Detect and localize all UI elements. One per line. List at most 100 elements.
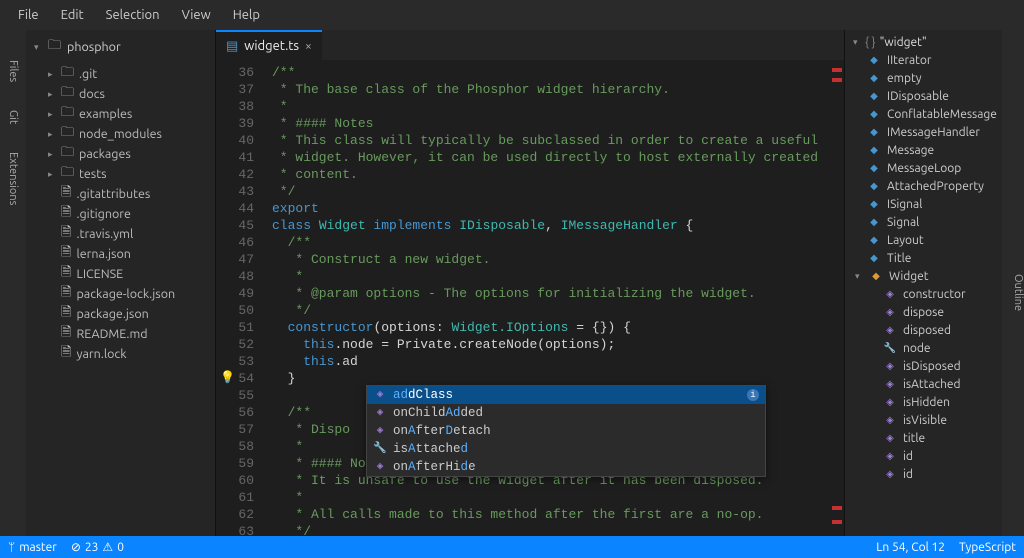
outline-item-dispose[interactable]: ◈dispose <box>849 303 1002 321</box>
outline-item-label: IDisposable <box>887 90 949 103</box>
code-line[interactable]: /** <box>272 234 844 251</box>
minimap[interactable] <box>824 64 842 536</box>
outline-item-isvisible[interactable]: ◈isVisible <box>849 411 1002 429</box>
code-line[interactable]: * The base class of the Phosphor widget … <box>272 81 844 98</box>
folder-tests[interactable]: ▸tests <box>30 164 215 184</box>
file-license[interactable]: LICENSE <box>30 264 215 284</box>
code-line[interactable]: constructor(options: Widget.IOptions = {… <box>272 319 844 336</box>
problems-status[interactable]: ⊘ 23 ⚠ 0 <box>71 540 124 554</box>
tree-item-label: lerna.json <box>76 247 130 261</box>
tab-widget-ts[interactable]: ▤ widget.ts × <box>216 30 322 60</box>
explorer-root[interactable]: ▾ phosphor <box>26 30 215 64</box>
folder-docs[interactable]: ▸docs <box>30 84 215 104</box>
file-readme-md[interactable]: README.md <box>30 324 215 344</box>
outline-tab[interactable]: Outline <box>1002 30 1024 536</box>
outline-item-id[interactable]: ◈id <box>849 465 1002 483</box>
symbol-icon: ◆ <box>867 215 881 229</box>
chevron-down-icon: ▾ <box>34 42 42 53</box>
outline-item-layout[interactable]: ◆Layout <box>849 231 1002 249</box>
code-line[interactable]: * content. <box>272 166 844 183</box>
outline-item-isdisposed[interactable]: ◈isDisposed <box>849 357 1002 375</box>
code-line[interactable]: * <box>272 268 844 285</box>
line-number: 59 <box>216 455 266 472</box>
outline-root[interactable]: ▾ { } "widget" <box>849 34 1002 51</box>
code-line[interactable]: * This class will typically be subclasse… <box>272 132 844 149</box>
outline-item-isattached[interactable]: ◈isAttached <box>849 375 1002 393</box>
symbol-icon: ◆ <box>867 179 881 193</box>
file--gitignore[interactable]: .gitignore <box>30 204 215 224</box>
code-line[interactable]: * #### Notes <box>272 115 844 132</box>
menu-selection[interactable]: Selection <box>96 4 170 26</box>
outline-item-disposed[interactable]: ◈disposed <box>849 321 1002 339</box>
code-line[interactable]: * All calls made to this method after th… <box>272 506 844 523</box>
code-line[interactable]: * Construct a new widget. <box>272 251 844 268</box>
code-line[interactable]: this.node = Private.createNode(options); <box>272 336 844 353</box>
activity-extensions[interactable]: Extensions <box>7 152 19 205</box>
outline-item-iiterator[interactable]: ◆IIterator <box>849 51 1002 69</box>
file-yarn-lock[interactable]: yarn.lock <box>30 344 215 364</box>
autocomplete-item[interactable]: ◈onAfterHide <box>367 458 765 476</box>
error-marker[interactable] <box>832 68 842 72</box>
code-line[interactable]: * @param options - The options for initi… <box>272 285 844 302</box>
language-mode[interactable]: TypeScript <box>959 541 1016 554</box>
autocomplete-popup[interactable]: ◈addClassi◈onChildAdded◈onAfterDetach🔧is… <box>366 385 766 477</box>
outline-item-isignal[interactable]: ◆ISignal <box>849 195 1002 213</box>
error-marker[interactable] <box>832 78 842 82</box>
menu-help[interactable]: Help <box>223 4 270 26</box>
activity-git[interactable]: Git <box>7 110 19 124</box>
file-package-json[interactable]: package.json <box>30 304 215 324</box>
menu-edit[interactable]: Edit <box>51 4 94 26</box>
folder--git[interactable]: ▸.git <box>30 64 215 84</box>
outline-item-imessagehandler[interactable]: ◆IMessageHandler <box>849 123 1002 141</box>
file-lerna-json[interactable]: lerna.json <box>30 244 215 264</box>
error-marker[interactable] <box>832 520 842 524</box>
outline-item-conflatablemessage[interactable]: ◆ConflatableMessage <box>849 105 1002 123</box>
activity-files[interactable]: Files <box>7 60 19 82</box>
code-line[interactable]: * <box>272 489 844 506</box>
file-icon <box>61 323 71 345</box>
close-icon[interactable]: × <box>305 40 312 53</box>
cursor-position[interactable]: Ln 54, Col 12 <box>876 541 945 554</box>
git-branch-status[interactable]: ᛘ master <box>8 541 57 554</box>
line-number: 37 <box>216 81 266 98</box>
autocomplete-item[interactable]: 🔧isAttached <box>367 440 765 458</box>
file-package-lock-json[interactable]: package-lock.json <box>30 284 215 304</box>
code-line[interactable]: */ <box>272 302 844 319</box>
code-line[interactable]: export <box>272 200 844 217</box>
outline-item-empty[interactable]: ◆empty <box>849 69 1002 87</box>
code-line[interactable]: class Widget implements IDisposable, IMe… <box>272 217 844 234</box>
code-line[interactable]: */ <box>272 183 844 200</box>
folder-node-modules[interactable]: ▸node_modules <box>30 124 215 144</box>
outline-item-constructor[interactable]: ◈constructor <box>849 285 1002 303</box>
outline-item-node[interactable]: 🔧node <box>849 339 1002 357</box>
file--gitattributes[interactable]: .gitattributes <box>30 184 215 204</box>
outline-panel: ▾ { } "widget" ◆IIterator◆empty◆IDisposa… <box>844 30 1024 536</box>
code-editor[interactable]: 💡 36373839404142434445464748495051525354… <box>216 60 844 536</box>
code-line[interactable]: /** <box>272 64 844 81</box>
code-line[interactable]: */ <box>272 523 844 536</box>
outline-item-widget[interactable]: ▾◆Widget <box>849 267 1002 285</box>
code-line[interactable]: * <box>272 98 844 115</box>
outline-item-idisposable[interactable]: ◆IDisposable <box>849 87 1002 105</box>
autocomplete-item[interactable]: ◈addClassi <box>367 386 765 404</box>
folder-packages[interactable]: ▸packages <box>30 144 215 164</box>
code-line[interactable]: this.ad <box>272 353 844 370</box>
outline-item-ishidden[interactable]: ◈isHidden <box>849 393 1002 411</box>
line-number: 57 <box>216 421 266 438</box>
outline-item-signal[interactable]: ◆Signal <box>849 213 1002 231</box>
outline-item-attachedproperty[interactable]: ◆AttachedProperty <box>849 177 1002 195</box>
code-line[interactable]: * widget. However, it can be used direct… <box>272 149 844 166</box>
outline-item-messageloop[interactable]: ◆MessageLoop <box>849 159 1002 177</box>
outline-item-title[interactable]: ◆Title <box>849 249 1002 267</box>
error-marker[interactable] <box>832 506 842 510</box>
outline-item-title[interactable]: ◈title <box>849 429 1002 447</box>
menu-file[interactable]: File <box>8 4 49 26</box>
file--travis-yml[interactable]: .travis.yml <box>30 224 215 244</box>
info-icon[interactable]: i <box>747 389 759 401</box>
autocomplete-item[interactable]: ◈onChildAdded <box>367 404 765 422</box>
autocomplete-item[interactable]: ◈onAfterDetach <box>367 422 765 440</box>
outline-item-message[interactable]: ◆Message <box>849 141 1002 159</box>
outline-item-id[interactable]: ◈id <box>849 447 1002 465</box>
menu-view[interactable]: View <box>172 4 221 26</box>
folder-examples[interactable]: ▸examples <box>30 104 215 124</box>
